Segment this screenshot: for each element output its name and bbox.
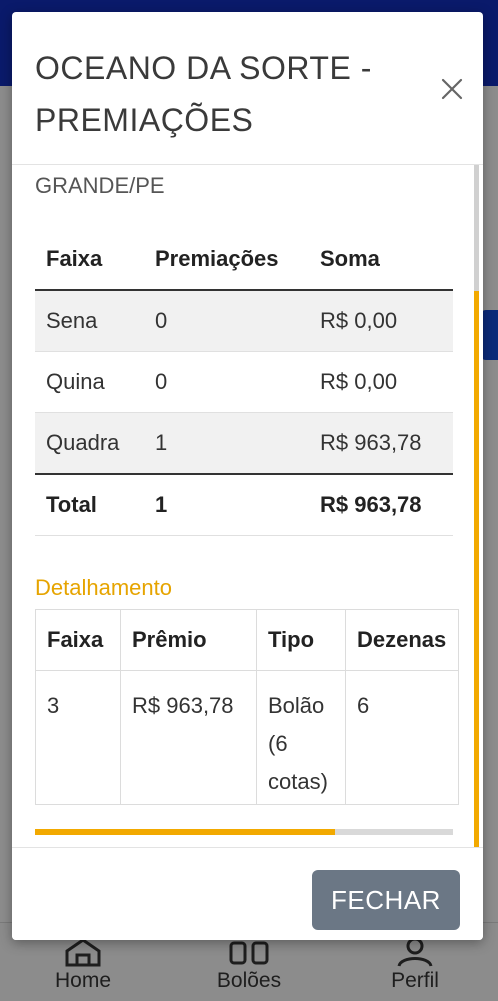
cell-soma: R$ 0,00 (309, 290, 453, 352)
nav-item-perfil[interactable]: Perfil (355, 937, 475, 993)
detail-header-row: Faixa Prêmio Tipo Dezenas (35, 609, 459, 671)
column-header-soma: Soma (309, 229, 453, 291)
premiacoes-modal: OCEANO DA SORTE - PREMIAÇÕES GRANDE/PE F… (12, 12, 483, 940)
modal-body[interactable]: GRANDE/PE Faixa Premiações Soma Sena 0 R… (12, 165, 483, 847)
total-premiacoes: 1 (144, 473, 309, 536)
cell-faixa: Quadra (35, 412, 144, 475)
modal-footer: FECHAR (12, 847, 483, 940)
detail-cell-tipo: Bolão (6 cotas) (256, 670, 346, 805)
cell-faixa: Sena (35, 290, 144, 352)
user-icon (397, 937, 433, 967)
cell-premiacoes: 1 (144, 412, 309, 475)
detail-table: Faixa Prêmio Tipo Dezenas 3 R$ 963,78 Bo… (35, 609, 459, 805)
location-label: GRANDE/PE (35, 173, 165, 198)
grid-icon (229, 941, 269, 965)
detail-header-premio: Prêmio (120, 609, 257, 671)
nav-label-perfil: Perfil (391, 969, 439, 992)
vertical-scrollbar-track[interactable] (474, 165, 479, 291)
total-label: Total (35, 473, 144, 536)
table-total-row: Total 1 R$ 963,78 (35, 473, 453, 536)
detail-header-dezenas: Dezenas (345, 609, 459, 671)
detail-header-faixa: Faixa (35, 609, 121, 671)
detail-header-tipo: Tipo (256, 609, 346, 671)
table-row: Sena 0 R$ 0,00 (35, 290, 453, 352)
nav-label-boloes: Bolões (216, 969, 282, 992)
detail-cell-premio: R$ 963,78 (120, 670, 257, 805)
close-button[interactable] (437, 74, 467, 104)
column-header-premiacoes: Premiações (144, 229, 309, 291)
detail-cell-dezenas: 6 (345, 670, 459, 805)
cell-soma: R$ 963,78 (309, 412, 453, 475)
nav-item-boloes[interactable]: Bolões (189, 937, 309, 993)
close-icon (441, 78, 463, 100)
nav-label-home: Home (54, 969, 112, 992)
home-icon (65, 938, 101, 967)
cell-soma: R$ 0,00 (309, 351, 453, 413)
table-row: Quina 0 R$ 0,00 (35, 351, 453, 413)
nav-item-home[interactable]: Home (23, 937, 143, 993)
cell-faixa: Quina (35, 351, 144, 413)
cell-premiacoes: 0 (144, 290, 309, 352)
modal-header: OCEANO DA SORTE - PREMIAÇÕES (12, 12, 483, 165)
horizontal-scrollbar-thumb[interactable] (35, 829, 335, 835)
fechar-button[interactable]: FECHAR (312, 870, 460, 930)
detail-row: 3 R$ 963,78 Bolão (6 cotas) 6 (35, 670, 459, 805)
cell-premiacoes: 0 (144, 351, 309, 413)
vertical-scrollbar-thumb[interactable] (474, 291, 479, 847)
total-soma: R$ 963,78 (309, 473, 453, 536)
column-header-faixa: Faixa (35, 229, 144, 291)
modal-title: OCEANO DA SORTE - PREMIAÇÕES (35, 50, 372, 138)
table-header-row: Faixa Premiações Soma (35, 229, 453, 291)
summary-table: Faixa Premiações Soma Sena 0 R$ 0,00 Qui… (35, 229, 453, 536)
detail-cell-faixa: 3 (35, 670, 121, 805)
table-row: Quadra 1 R$ 963,78 (35, 412, 453, 475)
detail-section-title: Detalhamento (35, 575, 172, 600)
